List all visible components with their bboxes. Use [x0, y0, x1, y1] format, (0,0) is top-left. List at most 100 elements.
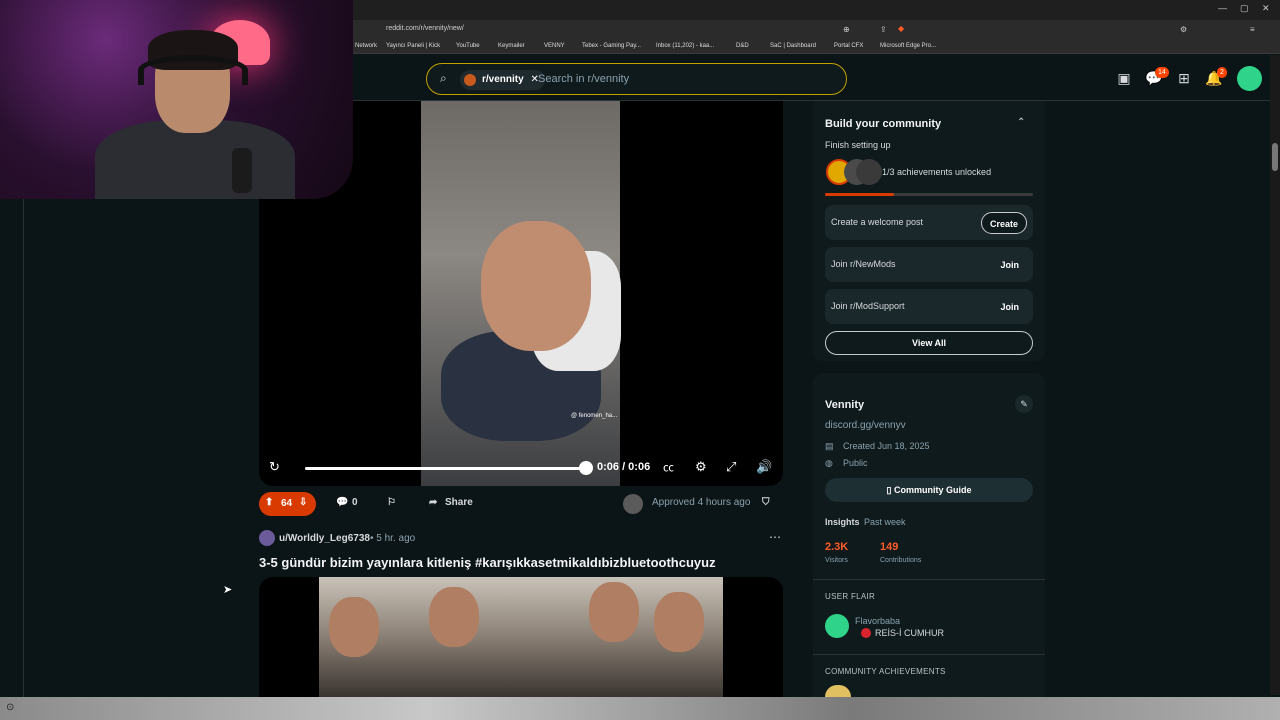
- mod-shield-icon[interactable]: ⛉: [762, 497, 770, 508]
- achievements-progress-text: 1/3 achievements unlocked: [882, 167, 992, 177]
- maximize-icon[interactable]: ▢: [1240, 3, 1249, 14]
- headset-icon: [138, 55, 248, 85]
- url-text[interactable]: reddit.com/r/vennity/new/: [386, 25, 464, 32]
- view-all-button[interactable]: View All: [825, 331, 1033, 355]
- video-scene-face: [589, 582, 639, 642]
- visibility-text: Public: [843, 458, 868, 468]
- close-icon[interactable]: ✕: [1262, 3, 1270, 14]
- settings-gear-icon[interactable]: ⚙: [695, 459, 707, 475]
- setup-row-label: Create a welcome post: [831, 217, 924, 227]
- video-scene-face: [329, 597, 379, 657]
- share-icon[interactable]: ➦: [429, 497, 437, 508]
- bookmark-item[interactable]: Tebex - Gaming Pay...: [582, 43, 641, 49]
- card-subtitle: Finish setting up: [825, 140, 891, 150]
- zoom-icon[interactable]: ⊕: [843, 25, 850, 34]
- bookmark-item[interactable]: Network: [355, 43, 377, 49]
- comment-count[interactable]: 0: [352, 497, 358, 508]
- mod-avatar: [623, 494, 643, 514]
- search-placeholder[interactable]: Search in r/vennity: [538, 73, 629, 85]
- mouse-cursor-icon: ➤: [223, 584, 233, 596]
- community-pill-label: r/vennity: [482, 74, 524, 85]
- notification-badge: 2: [1217, 67, 1227, 78]
- bookmark-item[interactable]: Yayıncı Paneli | Kick: [386, 43, 440, 49]
- bookmark-item[interactable]: D&D: [736, 43, 749, 49]
- flair-username: Flavorbaba: [855, 616, 901, 626]
- page-scrollbar[interactable]: [1270, 55, 1280, 695]
- community-name: Vennity: [825, 399, 865, 411]
- more-options-icon[interactable]: ⋯: [769, 530, 781, 544]
- video-frame: @ fenomen_ha...: [421, 101, 621, 486]
- contributions-value: 149: [880, 541, 899, 553]
- fullscreen-icon[interactable]: ⤢: [726, 459, 736, 475]
- replay-icon[interactable]: ↻: [269, 459, 280, 475]
- edit-icon[interactable]: ✎: [1015, 395, 1033, 413]
- bookmark-item[interactable]: VENNY: [544, 43, 565, 49]
- join-button[interactable]: Join: [992, 254, 1027, 276]
- search-bar[interactable]: ⌕ r/vennity ✕ Search in r/vennity: [426, 63, 847, 95]
- downvote-icon[interactable]: ⇩: [299, 497, 307, 508]
- chat-badge: 14: [1155, 67, 1169, 78]
- community-guide-button[interactable]: ▯ Community Guide: [825, 478, 1033, 502]
- webcam-overlay: [0, 0, 353, 199]
- progress-knob[interactable]: [579, 461, 593, 475]
- insights-range[interactable]: Past week: [864, 517, 906, 527]
- collapse-icon[interactable]: ⌃: [1017, 117, 1025, 128]
- created-date: Created Jun 18, 2025: [843, 441, 930, 451]
- community-filter-pill[interactable]: r/vennity ✕: [460, 70, 545, 90]
- microphone-icon: [232, 148, 252, 193]
- achievements-progress-bar: [825, 193, 1033, 196]
- community-avatar: [464, 74, 476, 86]
- award-icon[interactable]: ⚐: [387, 497, 396, 508]
- create-post-icon[interactable]: ⊞: [1175, 69, 1193, 87]
- post-action-bar: ⬆ 64 ⇩ 💬 0 ⚐ ➦ Share Approved 4 hours ag…: [259, 492, 783, 517]
- volume-icon[interactable]: 🔊: [756, 459, 772, 475]
- scrollbar-thumb[interactable]: [1272, 143, 1278, 171]
- share-button[interactable]: Share: [445, 497, 473, 508]
- globe-icon: ◍: [825, 458, 833, 468]
- extensions-icon[interactable]: ⚙: [1180, 25, 1187, 34]
- community-link[interactable]: discord.gg/vennyv: [825, 420, 906, 431]
- guide-icon: ▯: [886, 485, 894, 495]
- flag-icon: [861, 628, 871, 638]
- bookmark-item[interactable]: SaC | Dashboard: [770, 43, 816, 49]
- divider: [813, 579, 1045, 580]
- insights-heading: Insights: [825, 517, 860, 527]
- minimize-icon[interactable]: —: [1218, 3, 1227, 13]
- user-avatar[interactable]: [1237, 66, 1262, 91]
- achievements-progress-fill: [825, 193, 894, 196]
- divider: [813, 654, 1045, 655]
- menu-icon[interactable]: ≡: [1250, 25, 1255, 34]
- captions-icon[interactable]: ㏄: [663, 459, 674, 475]
- video-scene-face: [481, 221, 591, 351]
- progress-track[interactable]: [305, 467, 585, 470]
- vote-widget: ⬆ 64 ⇩: [259, 492, 316, 516]
- post-title[interactable]: 3-5 gündür bizim yayınlara kitleniş #kar…: [259, 555, 716, 570]
- join-button[interactable]: Join: [992, 296, 1027, 318]
- achievement-badge-icon: [825, 685, 851, 697]
- setup-row[interactable]: Join r/NewMods Join: [825, 247, 1033, 282]
- upvote-icon[interactable]: ⬆: [265, 497, 273, 508]
- post-author[interactable]: u/Worldly_Leg6738: [279, 533, 370, 544]
- bookmark-item[interactable]: Portal CFX: [834, 43, 863, 49]
- settings-icon[interactable]: ⊙: [6, 702, 14, 713]
- card-title: Build your community: [825, 118, 942, 130]
- bookmark-item[interactable]: Microsoft Edge Pro...: [880, 43, 936, 49]
- video-player[interactable]: [259, 577, 783, 697]
- bookmark-item[interactable]: Inbox (11,202) - kaa...: [656, 43, 714, 49]
- advertise-icon[interactable]: ▣: [1115, 69, 1133, 87]
- setup-row[interactable]: Join r/ModSupport Join: [825, 289, 1033, 324]
- comment-icon[interactable]: 💬: [336, 497, 348, 508]
- brave-shield-icon[interactable]: ◆: [898, 24, 904, 33]
- video-controls: ↻ 0:06 / 0:06 ㏄ ⚙ ⤢ 🔊: [259, 451, 783, 486]
- build-community-card: Build your community ⌃ Finish setting up…: [813, 101, 1045, 361]
- setup-row[interactable]: Create a welcome post Create: [825, 205, 1033, 240]
- bookmark-item[interactable]: YouTube: [456, 43, 480, 49]
- create-button[interactable]: Create: [980, 212, 1027, 234]
- community-about-card: Vennity ✎ discord.gg/vennyv ▤ Created Ju…: [813, 373, 1045, 697]
- flair-avatar: [825, 614, 849, 638]
- search-icon: ⌕: [440, 71, 447, 85]
- share-icon[interactable]: ⇪: [880, 25, 887, 34]
- bookmark-item[interactable]: Keymailer: [498, 43, 525, 49]
- community-guide-label: Community Guide: [893, 485, 972, 495]
- user-avatar[interactable]: [259, 530, 275, 546]
